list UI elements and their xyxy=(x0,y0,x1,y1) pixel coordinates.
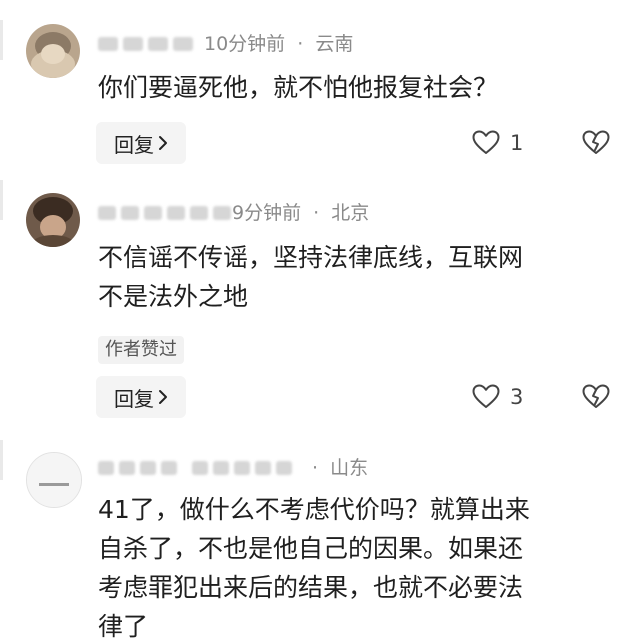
comment-line: 不信谣不传谣，坚持法律底线，互联网 xyxy=(98,243,524,272)
reply-label: 回复 xyxy=(114,132,154,157)
comment-list: 10分钟前 · 云南 你们要逼死他，就不怕他报复社会？ 回复 1 9分钟前 · … xyxy=(0,0,639,644)
username-blurred[interactable] xyxy=(98,33,198,55)
left-edge-mark xyxy=(0,440,3,480)
comment-line: 律了 xyxy=(98,612,149,641)
username-blurred[interactable] xyxy=(98,457,297,479)
comment-line: 考虑罪犯出来后的结果，也就不必要法 xyxy=(98,573,524,602)
dislike-button[interactable] xyxy=(582,130,610,155)
chevron-right-icon xyxy=(158,389,168,405)
heart-icon xyxy=(472,130,500,155)
comment-time: 9分钟前 xyxy=(232,202,302,224)
comment-text: 41了，做什么不考虑代价吗？就算出来 自杀了，不也是他自己的因果。如果还 考虑罪… xyxy=(98,490,530,644)
broken-heart-icon xyxy=(582,130,610,155)
like-button[interactable]: 3 xyxy=(472,384,523,409)
chevron-right-icon xyxy=(158,135,168,151)
reply-button[interactable]: 回复 xyxy=(96,376,186,418)
comment-meta: 10分钟前 · 云南 xyxy=(204,33,353,55)
like-count: 1 xyxy=(510,130,524,155)
comment-line: 41了，做什么不考虑代价吗？就算出来 xyxy=(98,495,530,524)
reply-button[interactable]: 回复 xyxy=(96,122,186,164)
comment-text: 不信谣不传谣，坚持法律底线，互联网 不是法外之地 xyxy=(98,238,523,316)
avatar[interactable] xyxy=(26,24,80,78)
comment-line: 自杀了，不也是他自己的因果。如果还 xyxy=(98,534,524,563)
left-edge-mark xyxy=(0,20,3,60)
like-count: 3 xyxy=(510,384,524,409)
like-button[interactable]: 1 xyxy=(472,130,523,155)
comment-time: 10分钟前 xyxy=(204,33,286,55)
comment-text: 你们要逼死他，就不怕他报复社会？ xyxy=(98,68,498,107)
meta-separator: · xyxy=(313,202,320,224)
comment-line: 不是法外之地 xyxy=(98,282,249,311)
comment-location: 北京 xyxy=(331,202,370,224)
username-blurred[interactable] xyxy=(98,202,236,224)
avatar[interactable] xyxy=(26,452,82,508)
comment-location: 云南 xyxy=(315,33,354,55)
meta-separator: · xyxy=(312,457,319,479)
reply-label: 回复 xyxy=(114,386,154,411)
avatar[interactable] xyxy=(26,193,80,247)
comment-line: 你们要逼死他，就不怕他报复社会？ xyxy=(98,73,499,102)
broken-heart-icon xyxy=(582,384,610,409)
comment-meta: 9分钟前 · 北京 xyxy=(232,202,369,224)
heart-icon xyxy=(472,384,500,409)
comment-location: 山东 xyxy=(330,457,369,479)
meta-separator: · xyxy=(297,33,304,55)
left-edge-mark xyxy=(0,180,3,220)
comment-meta: · 山东 xyxy=(312,457,368,479)
dislike-button[interactable] xyxy=(582,384,610,409)
author-liked-badge: 作者赞过 xyxy=(98,336,184,364)
